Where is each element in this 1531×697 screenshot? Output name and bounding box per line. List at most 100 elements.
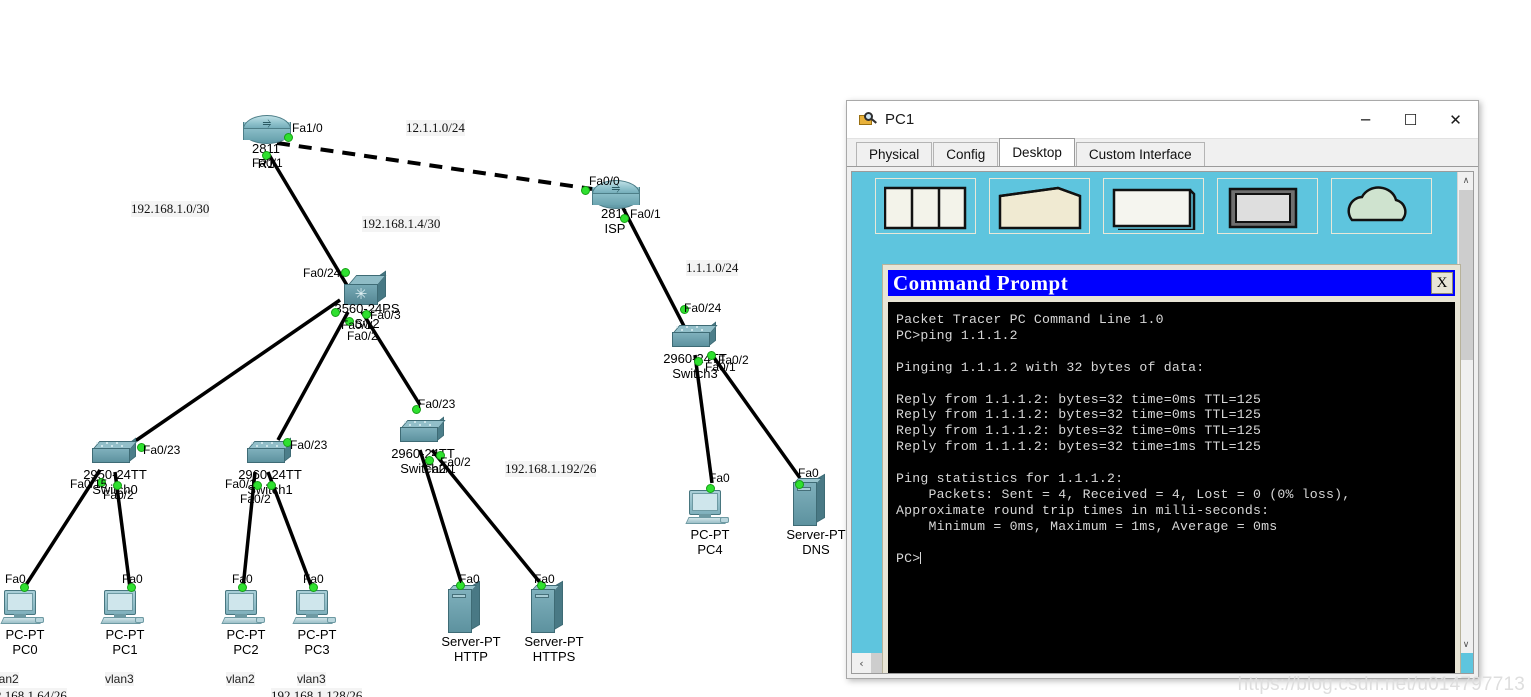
server-glyph bbox=[531, 580, 565, 633]
device-name: PC0 bbox=[12, 641, 38, 657]
vlan-label: vlan2 bbox=[226, 672, 255, 686]
screen-glyph bbox=[1112, 188, 1196, 230]
ip-configuration-icon[interactable] bbox=[875, 178, 976, 234]
device-label-http: Server-PT HTTP bbox=[426, 634, 516, 664]
device-name: PC4 bbox=[697, 541, 723, 557]
device-label-pc1: PC-PT PC1 bbox=[80, 627, 170, 657]
pc-glyph bbox=[100, 590, 146, 628]
device-label-pc4: PC-PT PC4 bbox=[665, 527, 755, 557]
vlan-label: vlan3 bbox=[105, 672, 134, 686]
link-status-dot bbox=[694, 357, 703, 366]
text-caret bbox=[920, 551, 922, 564]
minimize-button[interactable]: ─ bbox=[1343, 101, 1388, 138]
console-glyph bbox=[1228, 187, 1298, 229]
link-sw2-switch1[interactable] bbox=[276, 311, 350, 441]
globe-cloud-glyph bbox=[1347, 186, 1407, 222]
iface-label: Fa0/2 bbox=[347, 329, 378, 343]
iface-label: Fa0 bbox=[122, 572, 143, 586]
iface-label: Fa0/2 bbox=[440, 455, 471, 469]
device-label-pc3: PC-PT PC3 bbox=[272, 627, 362, 657]
device-pc0[interactable]: PC-PT PC0 bbox=[0, 590, 46, 656]
device-pc1[interactable]: PC-PT PC1 bbox=[100, 590, 146, 656]
device-http[interactable]: Server-PT HTTP bbox=[441, 580, 501, 663]
iface-label: Fa0/3 bbox=[370, 308, 401, 322]
link-sw2-switch0[interactable] bbox=[127, 298, 341, 448]
iface-label: Fa0 bbox=[534, 572, 555, 586]
link-status-dot bbox=[795, 480, 804, 489]
desktop-tab-panel[interactable]: ∧ ∨ ‹ › Command Prompt X Packet Tra bbox=[851, 171, 1474, 674]
iface-label: Fa0 bbox=[5, 572, 26, 586]
device-name: PC3 bbox=[304, 641, 330, 657]
net-label: 192.168.1.4/30 bbox=[362, 216, 441, 232]
command-prompt-title: Command Prompt bbox=[893, 270, 1069, 295]
device-label-https: Server-PT HTTPS bbox=[509, 634, 599, 664]
net-label: 1.1.1.0/24 bbox=[686, 260, 739, 276]
close-button[interactable]: ✕ bbox=[1433, 101, 1478, 138]
device-switch3[interactable]: 2960-24TTSwitch3 bbox=[663, 321, 727, 380]
switch-glyph bbox=[672, 321, 718, 351]
net-label: 192.168.1.0/30 bbox=[131, 201, 210, 217]
terminal-icon[interactable] bbox=[1103, 178, 1204, 234]
device-switch0[interactable]: 2950-24TTSwitch0 bbox=[83, 437, 147, 496]
desktop-left-strip bbox=[852, 172, 866, 673]
packet-tracer-icon bbox=[858, 111, 877, 129]
command-prompt-icon[interactable] bbox=[1217, 178, 1318, 234]
vertical-scroll-thumb[interactable] bbox=[1459, 190, 1473, 360]
switch-glyph bbox=[400, 416, 446, 446]
window-tabstrip[interactable]: Physical Config Desktop Custom Interface bbox=[847, 138, 1478, 167]
terminal-prompt: PC> bbox=[896, 550, 921, 566]
iface-label: Fa0/1 bbox=[225, 477, 256, 491]
window-titlebar[interactable]: PC1 ─ ☐ ✕ bbox=[847, 101, 1478, 139]
tab-physical[interactable]: Physical bbox=[856, 142, 933, 166]
device-name: ISP bbox=[604, 220, 626, 236]
command-prompt-titlebar[interactable]: Command Prompt X bbox=[888, 270, 1455, 296]
terminal-text: Packet Tracer PC Command Line 1.0 PC>pin… bbox=[896, 312, 1351, 534]
scroll-left-button[interactable]: ‹ bbox=[852, 653, 871, 673]
device-pc4[interactable]: PC-PT PC4 bbox=[685, 490, 731, 556]
device-model: PC-PT bbox=[5, 627, 45, 642]
iface-label: Fa0/23 bbox=[143, 443, 181, 457]
maximize-button[interactable]: ☐ bbox=[1388, 101, 1433, 138]
folded-page-glyph bbox=[998, 186, 1082, 230]
command-prompt-output[interactable]: Packet Tracer PC Command Line 1.0 PC>pin… bbox=[888, 302, 1455, 673]
web-browser-icon[interactable] bbox=[1331, 178, 1432, 234]
link-status-dot bbox=[341, 268, 350, 277]
device-name: HTTP bbox=[454, 648, 488, 664]
scroll-up-button[interactable]: ∧ bbox=[1458, 172, 1473, 189]
tab-config[interactable]: Config bbox=[933, 142, 999, 166]
device-sw2[interactable]: ✳ 3560-24PS Sw2 bbox=[334, 270, 400, 330]
dial-up-icon[interactable] bbox=[989, 178, 1090, 234]
iface-label: Fa0/23 bbox=[418, 397, 456, 411]
device-switch2[interactable]: 2960-24TT Switch2 bbox=[391, 416, 455, 475]
link-status-dot bbox=[331, 308, 340, 317]
iface-label: Fa0/23 bbox=[290, 438, 328, 452]
iface-label: Fa0/2 bbox=[240, 492, 271, 506]
iface-label: Fa0/0 bbox=[589, 174, 620, 188]
command-prompt-window[interactable]: Command Prompt X Packet Tracer PC Comman… bbox=[882, 264, 1461, 673]
device-https[interactable]: Server-PT HTTPS bbox=[524, 580, 584, 663]
tab-desktop[interactable]: Desktop bbox=[999, 138, 1075, 166]
switch-glyph bbox=[92, 437, 138, 467]
device-pc3[interactable]: PC-PT PC3 bbox=[292, 590, 338, 656]
pc-glyph bbox=[685, 490, 731, 528]
window-panes-glyph bbox=[884, 186, 967, 230]
tab-custom-interface[interactable]: Custom Interface bbox=[1075, 142, 1205, 166]
link-r1-isp[interactable] bbox=[276, 141, 593, 191]
desktop-icon-row[interactable] bbox=[866, 178, 1457, 234]
vlan-label: vlan3 bbox=[297, 672, 326, 686]
iface-label: Fa0/2 bbox=[103, 488, 134, 502]
device-pc2[interactable]: PC-PT PC2 bbox=[221, 590, 267, 656]
pc1-window[interactable]: PC1 ─ ☐ ✕ Physical Config Desktop Custom In… bbox=[846, 100, 1479, 679]
watermark-text: https://blog.csdn.net/u014797713 bbox=[1237, 674, 1525, 695]
net-label: 12.1.1.0/24 bbox=[406, 120, 465, 136]
window-title: PC1 bbox=[885, 111, 915, 128]
server-glyph bbox=[448, 580, 482, 633]
vlan-label: vlan2 bbox=[0, 672, 19, 686]
device-model: Server-PT bbox=[441, 634, 501, 649]
command-prompt-close-button[interactable]: X bbox=[1431, 272, 1453, 294]
iface-label: Fa0/1 bbox=[252, 156, 283, 170]
device-name: HTTPS bbox=[532, 648, 576, 664]
device-model: PC-PT bbox=[297, 627, 337, 642]
link-status-dot bbox=[707, 351, 716, 360]
device-r1[interactable]: ⥤ 2811 R1 bbox=[243, 115, 291, 170]
